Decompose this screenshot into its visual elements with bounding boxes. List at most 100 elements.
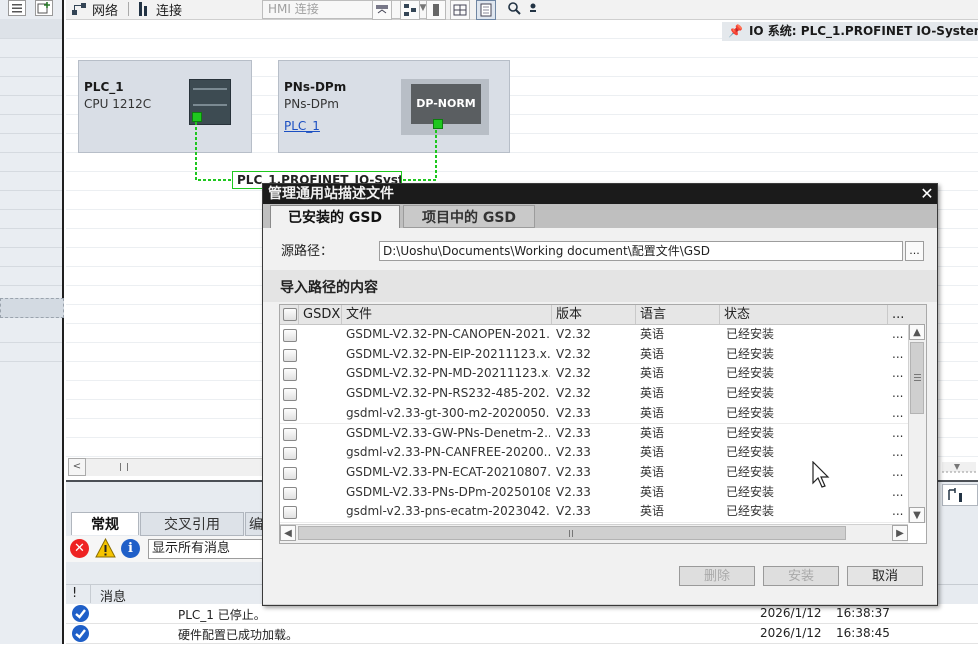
table-row[interactable]: gsdml-v2.33-gt-300-m2-2020050... V2.33 英语 已… [280,403,908,425]
table-row[interactable]: GSDML-V2.33-GW-PNs-Denetm-2... V2.33 英语 已经安… [280,423,908,445]
add-icon[interactable] [35,0,53,16]
topology-icon[interactable] [400,0,420,20]
scroll-right-button[interactable]: ▶ [892,525,908,541]
delete-button[interactable]: 删除 [679,566,755,586]
source-path-label: 源路径： [281,244,334,259]
column-file[interactable]: 文件 [342,305,552,324]
mouse-cursor-icon [812,461,830,488]
tab-cross-references[interactable]: 交叉引用 [140,512,244,536]
scroll-left-button[interactable]: ◀ [280,525,296,541]
tree-row[interactable] [0,190,62,210]
side-panel-tab[interactable] [942,484,978,506]
column-language[interactable]: 语言 [636,305,720,324]
row-checkbox[interactable] [283,447,297,461]
more-cell[interactable]: ... [892,463,908,482]
zoom-slider[interactable] [942,462,976,473]
message-text: PLC_1 已停止。 [178,608,266,622]
column-status[interactable]: 状态 [720,305,888,324]
tree-row[interactable] [0,247,62,267]
message-row[interactable]: 硬件配置已成功加载。 2026/1/12 16:38:45 [66,624,978,644]
more-cell[interactable]: ... [892,345,908,364]
language-cell: 英语 [640,346,665,361]
row-checkbox[interactable] [283,407,297,421]
tree-row[interactable] [0,19,62,39]
more-cell[interactable]: ... [892,325,908,344]
select-all-checkbox[interactable] [283,308,297,321]
scroll-left-button[interactable]: < [68,458,86,476]
row-checkbox[interactable] [283,388,297,402]
row-checkbox[interactable] [283,368,297,382]
severity-column: ! [72,586,78,601]
page-icon[interactable] [476,0,496,20]
row-checkbox[interactable] [283,329,297,342]
more-cell[interactable]: ... [892,443,908,462]
tree-row[interactable] [0,342,62,362]
vertical-scrollbar[interactable]: ▲ ▼ [908,324,926,523]
scroll-down-button[interactable]: ▼ [909,507,925,523]
scroll-up-button[interactable]: ▲ [909,324,925,340]
error-filter-icon[interactable]: ✕ [70,539,89,558]
tree-row[interactable] [0,209,62,229]
version-cell: V2.32 [556,366,591,381]
horizontal-scrollbar[interactable]: ◀ ▶ [280,524,908,543]
table-row[interactable]: GSDML-V2.32-PN-RS232-485-202... V2.32 英语 已经… [280,384,908,405]
info-filter-icon[interactable]: i [121,539,140,558]
network-view-button[interactable]: 网络 [70,0,118,19]
more-cell[interactable]: ... [892,502,908,521]
more-cell[interactable]: ... [892,483,908,502]
tab-general[interactable]: 常规 [71,512,139,535]
more-cell[interactable]: ... [892,364,908,383]
tree-row[interactable] [0,95,62,115]
device-icon[interactable] [426,0,446,20]
zoom-icon[interactable] [506,0,524,18]
connection-button[interactable]: 连接 [136,0,182,19]
cancel-button[interactable]: 取消 [847,566,923,586]
message-filter-dropdown[interactable]: 显示所有消息 [148,539,266,559]
language-cell: 英语 [640,464,665,479]
scroll-thumb[interactable] [910,342,924,414]
row-checkbox[interactable] [283,348,297,362]
table-row[interactable]: GSDML-V2.32-PN-CANOPEN-2021... V2.32 英语 已经安… [280,325,908,346]
tree-row[interactable] [0,323,62,343]
version-cell: V2.33 [556,464,591,479]
list-view-icon[interactable] [8,0,26,16]
more-cell[interactable]: ... [892,384,908,403]
browse-button[interactable]: ... [905,241,924,261]
tab-installed-gsd[interactable]: 已安装的 GSD [270,205,400,228]
name-icon[interactable] [372,0,392,20]
install-button[interactable]: 安装 [763,566,839,586]
tree-row[interactable] [0,76,62,96]
tree-row-selected[interactable] [0,298,64,318]
message-date: 2026/1/12 [760,606,822,620]
column-version[interactable]: 版本 [552,305,636,324]
pin-icon[interactable] [524,0,542,18]
pin-icon[interactable]: 📌 [728,24,743,38]
tree-row[interactable] [0,171,62,191]
close-icon[interactable]: ✕ [917,184,937,204]
tree-row[interactable] [0,152,62,172]
more-cell[interactable]: ... [892,424,908,443]
row-checkbox[interactable] [283,486,297,500]
table-row[interactable]: GSDML-V2.32-PN-MD-20211123.x... V2.32 英语 已经… [280,364,908,386]
tree-row[interactable] [0,114,62,134]
warning-filter-icon[interactable] [95,537,116,558]
canvas-hscroll-track[interactable] [86,458,262,476]
row-checkbox[interactable] [283,506,297,520]
tree-row[interactable] [0,133,62,153]
row-checkbox[interactable] [283,466,297,480]
grid-icon[interactable] [450,0,470,20]
tab-project-gsd[interactable]: 项目中的 GSD [403,205,535,228]
column-more[interactable]: ... [888,305,926,324]
row-checkbox[interactable] [283,427,297,441]
tree-row[interactable] [0,266,62,286]
message-row[interactable]: PLC_1 已停止。 2026/1/12 16:38:37 [66,604,978,624]
scroll-thumb[interactable] [298,526,846,540]
column-gsdx[interactable]: GSDX [299,305,342,324]
tree-row[interactable] [0,57,62,77]
tree-row[interactable] [0,38,62,58]
more-cell[interactable]: ... [892,404,908,423]
table-row[interactable]: gsdml-v2.33-pns-ecatm-2023042... V2.33 英语 已… [280,502,908,523]
tree-row[interactable] [0,228,62,248]
table-row[interactable]: GSDML-V2.32-PN-EIP-20211123.x... V2.32 英语 已… [280,344,908,366]
source-path-input[interactable]: D:\Uoshu\Documents\Working document\配置文件… [379,241,903,261]
